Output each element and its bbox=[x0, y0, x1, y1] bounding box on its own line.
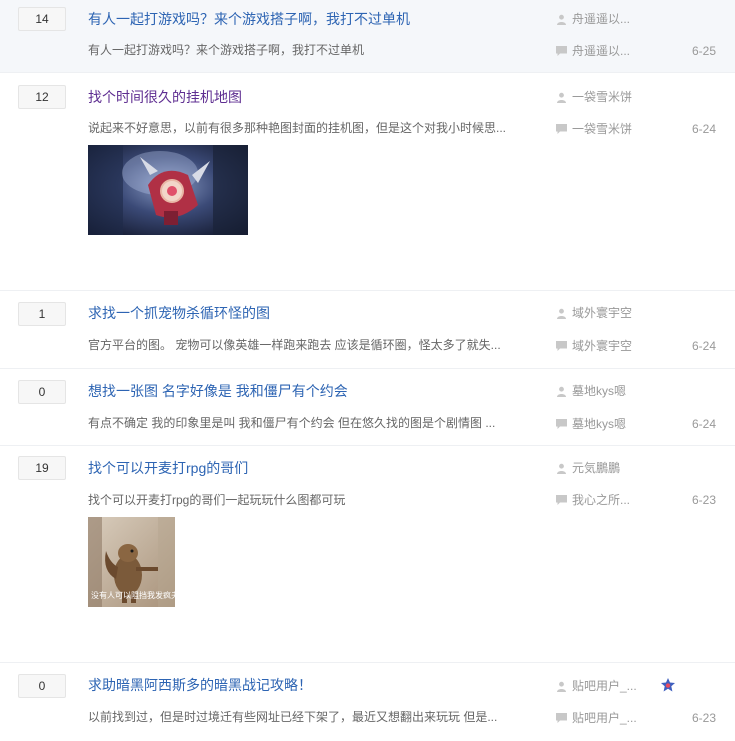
reply-count: 12 bbox=[18, 85, 66, 109]
thread-author[interactable]: 贴吧用户_... bbox=[556, 678, 637, 694]
comment-icon bbox=[556, 712, 567, 723]
reply-date: 6-23 bbox=[692, 493, 717, 507]
thread-author[interactable]: 一袋雪米饼 bbox=[556, 89, 632, 105]
author-name: 舟遥遥以... bbox=[572, 12, 631, 26]
last-reply-user[interactable]: 舟遥遥以... bbox=[556, 43, 630, 59]
thread-abstract: 有人一起打游戏吗？来个游戏搭子啊，我打不过单机 bbox=[88, 43, 365, 57]
last-reply-user[interactable]: 墓地kys嗯 bbox=[556, 416, 626, 432]
thread-item: 19 找个可以开麦打rpg的哥们 找个可以开麦打rpg的哥们一起玩玩什么图都可玩… bbox=[0, 446, 735, 663]
author-name: 贴吧用户_... bbox=[572, 679, 637, 693]
user-icon bbox=[557, 681, 566, 692]
reply-date: 6-23 bbox=[692, 711, 717, 725]
thread-item: 1 求找一个抓宠物杀循环怪的图 官方平台的图。 宠物可以像英雄一样跑来跑去 应该… bbox=[0, 291, 735, 369]
last-reply-user[interactable]: 一袋雪米饼 bbox=[556, 121, 632, 137]
thread-author[interactable]: 元気鵬鵬 bbox=[556, 460, 620, 476]
game-character-thumbnail[interactable] bbox=[88, 145, 248, 235]
last-reply-name: 域外寰宇空 bbox=[572, 339, 633, 353]
comment-icon bbox=[556, 418, 567, 429]
author-name: 元気鵬鵬 bbox=[572, 461, 621, 475]
last-reply-name: 墓地kys嗯 bbox=[572, 417, 627, 431]
last-reply-user[interactable]: 我心之所... bbox=[556, 492, 630, 508]
reply-count: 0 bbox=[18, 380, 66, 404]
thread-item: 12 找个时间很久的挂机地图 说起来不好意思，以前有很多那种艳图封面的挂机图，但… bbox=[0, 73, 735, 291]
user-icon bbox=[557, 308, 566, 319]
thread-title[interactable]: 找个时间很久的挂机地图 bbox=[88, 88, 242, 106]
comment-icon bbox=[556, 45, 567, 56]
thread-title[interactable]: 找个可以开麦打rpg的哥们 bbox=[88, 459, 248, 477]
squirrel-photo-thumbnail[interactable]: 没有人可以阻挡我发疯夫 bbox=[88, 517, 175, 607]
game-character-image bbox=[88, 145, 248, 235]
author-name: 一袋雪米饼 bbox=[572, 90, 633, 104]
thread-abstract: 找个可以开麦打rpg的哥们一起玩玩什么图都可玩 bbox=[88, 493, 346, 507]
comment-icon bbox=[556, 494, 567, 505]
thread-author[interactable]: 墓地kys嗯 bbox=[556, 383, 626, 399]
last-reply-name: 舟遥遥以... bbox=[572, 44, 631, 58]
comment-icon bbox=[556, 123, 567, 134]
reply-date: 6-24 bbox=[692, 417, 717, 431]
thread-abstract: 有点不确定 我的印象里是叫 我和僵尸有个约会 但在悠久找的图是个剧情图 ... bbox=[88, 416, 496, 430]
reply-count: 1 bbox=[18, 302, 66, 326]
last-reply-user[interactable]: 域外寰宇空 bbox=[556, 338, 632, 354]
thread-abstract: 说起来不好意思，以前有很多那种艳图封面的挂机图，但是这个对我小时候思... bbox=[88, 121, 507, 135]
thumbnail-caption: 没有人可以阻挡我发疯夫 bbox=[91, 591, 175, 600]
reply-date: 6-24 bbox=[692, 122, 717, 136]
reply-count: 0 bbox=[18, 674, 66, 698]
user-icon bbox=[557, 14, 566, 25]
thread-title[interactable]: 想找一张图 名字好像是 我和僵尸有个约会 bbox=[88, 382, 348, 400]
reply-date: 6-24 bbox=[692, 339, 717, 353]
last-reply-name: 一袋雪米饼 bbox=[572, 122, 633, 136]
thread-item: 0 求助暗黑阿西斯多的暗黑战记攻略！ 以前找到过，但是时过境迁有些网址已经下架了… bbox=[0, 663, 735, 741]
author-name: 墓地kys嗯 bbox=[572, 384, 627, 398]
member-badge-icon[interactable] bbox=[660, 677, 676, 693]
reply-count: 14 bbox=[18, 7, 66, 31]
user-icon bbox=[557, 92, 566, 103]
comment-icon bbox=[556, 340, 567, 351]
thread-title[interactable]: 求助暗黑阿西斯多的暗黑战记攻略！ bbox=[88, 676, 312, 694]
thread-author[interactable]: 舟遥遥以... bbox=[556, 11, 630, 27]
thread-title[interactable]: 有人一起打游戏吗？来个游戏搭子啊，我打不过单机 bbox=[88, 10, 410, 28]
thread-abstract: 以前找到过，但是时过境迁有些网址已经下架了，最近又想翻出来玩玩 但是... bbox=[88, 710, 498, 724]
thread-item: 0 想找一张图 名字好像是 我和僵尸有个约会 有点不确定 我的印象里是叫 我和僵… bbox=[0, 369, 735, 446]
thread-abstract: 官方平台的图。 宠物可以像英雄一样跑来跑去 应该是循环圈，怪太多了就失... bbox=[88, 338, 501, 352]
reply-count: 19 bbox=[18, 456, 66, 480]
user-icon bbox=[557, 386, 566, 397]
author-name: 域外寰宇空 bbox=[572, 306, 633, 320]
reply-date: 6-25 bbox=[692, 44, 717, 58]
thread-title[interactable]: 求找一个抓宠物杀循环怪的图 bbox=[88, 304, 270, 322]
thread-item: 14 有人一起打游戏吗？来个游戏搭子啊，我打不过单机 有人一起打游戏吗？来个游戏… bbox=[0, 0, 735, 73]
thread-author[interactable]: 域外寰宇空 bbox=[556, 305, 632, 321]
user-icon bbox=[557, 463, 566, 474]
last-reply-user[interactable]: 贴吧用户_... bbox=[556, 710, 637, 726]
last-reply-name: 贴吧用户_... bbox=[572, 711, 637, 725]
last-reply-name: 我心之所... bbox=[572, 493, 631, 507]
